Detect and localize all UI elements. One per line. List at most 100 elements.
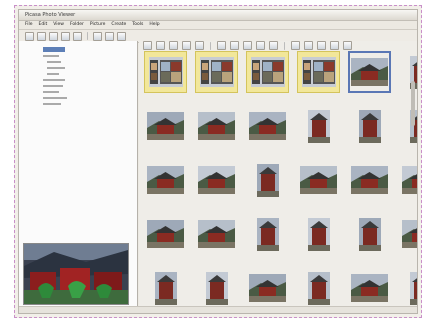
thumbnail-toolbar: [139, 41, 417, 50]
photo-thumbnail[interactable]: [399, 213, 417, 255]
menu-item-edit[interactable]: Edit: [39, 22, 48, 27]
thumbnail-image: [147, 220, 184, 248]
thumbnail-grid: [144, 51, 417, 309]
menu-item-file[interactable]: File: [25, 22, 33, 27]
thumbnail-image: [205, 271, 228, 305]
photo-thumbnail[interactable]: [348, 267, 391, 309]
thumbnail-image: [256, 163, 279, 197]
thumbnail-image: [198, 220, 235, 248]
thumbnail-image: [256, 217, 279, 251]
title-bar: Picasa Photo Viewer: [19, 10, 417, 21]
toolbar-separator: [210, 41, 211, 50]
tree-item[interactable]: [19, 101, 137, 107]
menu-item-folder[interactable]: Folder: [70, 22, 84, 27]
photo-thumbnail[interactable]: [144, 267, 187, 309]
photo-thumbnail[interactable]: [246, 105, 289, 147]
photo-thumbnail[interactable]: [195, 213, 238, 255]
folder-tree: [19, 41, 137, 107]
thumbnail-image: [351, 166, 388, 194]
email-icon[interactable]: [243, 41, 252, 50]
thumbnail-image: [307, 217, 330, 251]
photo-thumbnail[interactable]: [144, 159, 187, 201]
photo-thumbnail[interactable]: [246, 267, 289, 309]
settings-icon[interactable]: [304, 41, 313, 50]
photo-thumbnail[interactable]: [246, 159, 289, 201]
preview-image: [24, 244, 128, 304]
rotate-left-icon[interactable]: [156, 41, 165, 50]
photo-thumbnail[interactable]: [348, 51, 391, 93]
thumbnail-area: [139, 41, 417, 313]
photo-thumbnail[interactable]: [144, 105, 187, 147]
album-folder-thumbnail[interactable]: [144, 51, 187, 93]
toolbar-separator: [87, 32, 88, 40]
thumbnail-image: [147, 112, 184, 140]
help-icon[interactable]: [317, 41, 326, 50]
thumbnail-image: [402, 220, 417, 248]
print-icon[interactable]: [230, 41, 239, 50]
view-icon[interactable]: [105, 31, 114, 41]
thumbnail-image: [250, 57, 285, 87]
photo-thumbnail[interactable]: [297, 213, 340, 255]
photo-thumbnail[interactable]: [297, 159, 340, 201]
menu-item-help[interactable]: Help: [149, 22, 159, 27]
photo-thumbnail[interactable]: [246, 213, 289, 255]
photo-thumbnail[interactable]: [348, 213, 391, 255]
menu-bar: File Edit View Folder Picture Create Tools Help: [19, 21, 417, 30]
delete-icon[interactable]: [330, 41, 339, 50]
folder-panel: [19, 41, 138, 313]
album-folder-thumbnail[interactable]: [195, 51, 238, 93]
photo-thumbnail[interactable]: [348, 105, 391, 147]
zoom-in-icon[interactable]: [61, 31, 70, 41]
thumbnail-image: [409, 271, 417, 305]
application-window: Picasa Photo Viewer File Edit View Folder Pi…: [18, 9, 418, 314]
album-folder-thumbnail[interactable]: [297, 51, 340, 93]
menu-item-tools[interactable]: Tools: [132, 22, 143, 27]
album-folder-thumbnail[interactable]: [246, 51, 289, 93]
tag-icon[interactable]: [217, 41, 226, 50]
menu-item-view[interactable]: View: [53, 22, 64, 27]
photo-thumbnail[interactable]: [399, 267, 417, 309]
photo-thumbnail[interactable]: [195, 267, 238, 309]
window-title: Picasa Photo Viewer: [25, 12, 76, 18]
back-icon[interactable]: [143, 41, 152, 50]
thumbnail-image: [358, 217, 381, 251]
share-icon[interactable]: [269, 41, 278, 50]
back-icon[interactable]: [25, 31, 34, 41]
thumbnail-image: [307, 109, 330, 143]
rotate-right-icon[interactable]: [169, 41, 178, 50]
thumbnail-image: [300, 166, 337, 194]
slideshow-icon[interactable]: [291, 41, 300, 50]
thumbnail-image: [154, 271, 177, 305]
thumbnail-image: [148, 57, 183, 87]
photo-thumbnail[interactable]: [195, 105, 238, 147]
photo-thumbnail[interactable]: [195, 159, 238, 201]
photo-thumbnail[interactable]: [399, 51, 417, 93]
crop-icon[interactable]: [195, 41, 204, 50]
home-icon[interactable]: [117, 31, 126, 41]
toolbar-separator: [284, 41, 285, 50]
photo-thumbnail[interactable]: [297, 105, 340, 147]
forward-icon[interactable]: [37, 31, 46, 41]
photo-thumbnail[interactable]: [399, 159, 417, 201]
star-icon[interactable]: [182, 41, 191, 50]
info-icon[interactable]: [343, 41, 352, 50]
zoom-out-icon[interactable]: [73, 31, 82, 41]
thumbnail-image: [198, 112, 235, 140]
refresh-icon[interactable]: [49, 31, 58, 41]
thumbnail-image: [249, 112, 286, 140]
thumbnail-image: [301, 57, 336, 87]
thumbnail-image: [402, 166, 417, 194]
photo-thumbnail[interactable]: [144, 213, 187, 255]
thumbnail-image: [307, 271, 330, 305]
scrollbar-thumb[interactable]: [411, 81, 415, 126]
photo-thumbnail[interactable]: [348, 159, 391, 201]
menu-item-picture[interactable]: Picture: [90, 22, 105, 27]
photo-preview[interactable]: [23, 243, 129, 305]
menu-item-create[interactable]: Create: [111, 22, 126, 27]
upload-icon[interactable]: [256, 41, 265, 50]
thumbnail-image: [147, 166, 184, 194]
thumbnail-image: [198, 166, 235, 194]
grid-icon[interactable]: [93, 31, 102, 41]
photo-thumbnail[interactable]: [297, 267, 340, 309]
photo-thumbnail[interactable]: [399, 105, 417, 147]
